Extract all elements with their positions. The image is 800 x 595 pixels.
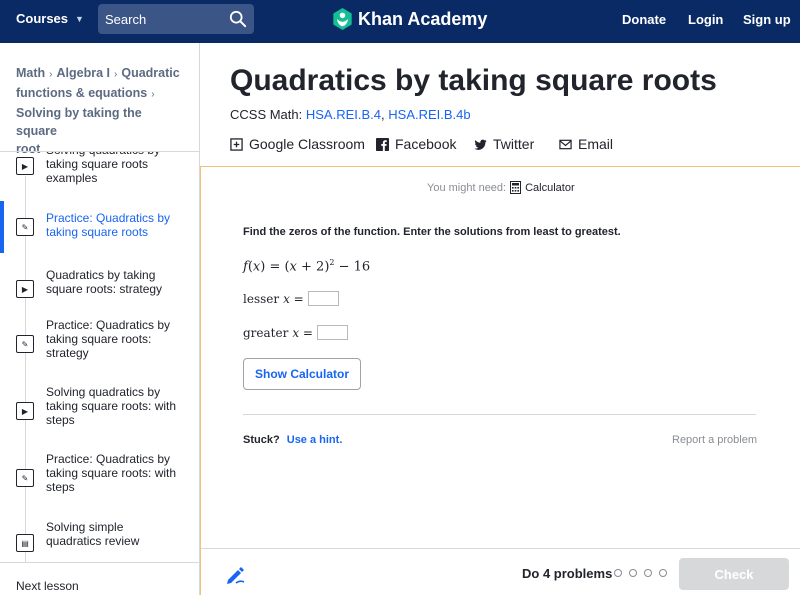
check-button[interactable]: Check	[679, 558, 789, 590]
ccss-label: CCSS Math:	[230, 107, 303, 122]
email-button[interactable]: Email	[559, 136, 613, 152]
calculator-icon	[510, 181, 522, 194]
greater-answer-input[interactable]	[316, 325, 348, 340]
sidebar-item-with-steps[interactable]: ▶ Solving quadratics by taking square ro…	[0, 382, 199, 442]
divider	[243, 414, 756, 415]
page-title: Quadratics by taking square roots	[230, 64, 717, 97]
progress-dot	[629, 569, 637, 577]
courses-menu[interactable]: Courses ▼	[16, 11, 84, 26]
facebook-label: Facebook	[395, 136, 457, 152]
sidebar-item-label: Solving quadratics by taking square root…	[46, 152, 160, 185]
pencil-icon: ✎	[16, 469, 34, 487]
sidebar-item-practice-with-steps[interactable]: ✎ Practice: Quadratics by taking square …	[0, 449, 199, 509]
report-problem-link[interactable]: Report a problem	[672, 434, 757, 446]
progress-dot	[644, 569, 652, 577]
logo-text: Khan Academy	[358, 8, 488, 29]
twitter-button[interactable]: Twitter	[474, 136, 534, 152]
sidebar-item-review[interactable]: ▤ Solving simple quadratics review	[0, 517, 199, 562]
breadcrumb-quadratic-l1[interactable]: Quadratic	[121, 66, 179, 80]
pencil-icon: ✎	[16, 218, 34, 236]
sidebar-item-practice-strategy[interactable]: ✎ Practice: Quadratics by taking square …	[0, 315, 199, 375]
sidebar-item-label: Solving simple quadratics review	[46, 520, 140, 548]
sidebar-item-label: Practice: Quadratics by taking square ro…	[46, 318, 171, 360]
lesser-label: lesser	[243, 291, 280, 306]
search-icon[interactable]	[229, 10, 247, 28]
sidebar-item-sqrt-examples[interactable]: ▶ Solving quadratics by taking square ro…	[0, 152, 199, 185]
chevron-down-icon: ▼	[75, 13, 84, 24]
article-icon: ▤	[16, 534, 34, 552]
email-label: Email	[578, 136, 614, 152]
email-icon	[559, 139, 572, 149]
calculator-label: Calculator	[525, 181, 575, 194]
sidebar-item-label: Practice: Quadratics by taking square ro…	[46, 452, 177, 494]
courses-label: Courses	[16, 11, 69, 26]
twitter-label: Twitter	[493, 136, 535, 152]
chevron-right-icon: ›	[151, 89, 155, 100]
play-icon: ▶	[16, 280, 34, 298]
lesson-list: ▶ Solving quadratics by taking square ro…	[0, 152, 199, 562]
ccss-separator: ,	[381, 107, 385, 122]
progress-dots	[614, 569, 667, 577]
play-icon: ▶	[16, 157, 34, 175]
divider	[0, 562, 199, 563]
lesser-answer-row: lesser x =	[243, 291, 339, 306]
show-calculator-button[interactable]: Show Calculator	[243, 358, 361, 390]
sidebar-item-strategy[interactable]: ▶ Quadratics by taking square roots: str…	[0, 261, 199, 311]
exercise-footer: Do 4 problems Check	[201, 548, 800, 595]
sidebar-item-label: Solving quadratics by taking square root…	[46, 385, 177, 427]
sidebar-item-label: Practice: Quadratics by taking square ro…	[46, 211, 171, 239]
sidebar-item-label: Quadratics by taking square roots: strat…	[46, 268, 163, 296]
chevron-right-icon: ›	[49, 69, 53, 80]
you-might-need: You might need: Calculator	[427, 181, 575, 194]
next-lesson-link[interactable]: Next lesson	[16, 579, 79, 593]
exercise-panel: You might need: Calculator Find the zero…	[200, 166, 800, 595]
progress-dot	[614, 569, 622, 577]
facebook-icon	[376, 137, 389, 151]
function-equation: f(x) = (x + 2)2 − 16	[243, 258, 371, 275]
play-icon: ▶	[16, 402, 34, 420]
breadcrumb: Math › Algebra I › Quadratic functions & equ…	[16, 64, 186, 158]
do-problems-label: Do 4 problems	[522, 566, 613, 581]
breadcrumb-math[interactable]: Math	[16, 66, 45, 80]
greater-label: greater	[243, 325, 289, 340]
login-link[interactable]: Login	[688, 12, 723, 27]
khan-academy-logo[interactable]: Khan Academy	[332, 8, 487, 30]
scratchpad-pencil-icon[interactable]	[225, 563, 247, 585]
twitter-icon	[474, 139, 487, 150]
ccss-link-hsa-rei-b4[interactable]: HSA.REI.B.4	[306, 107, 381, 122]
search-input[interactable]: Search	[98, 4, 254, 34]
sidebar-item-practice-sqrt[interactable]: ✎ Practice: Quadratics by taking square …	[0, 201, 199, 253]
google-classroom-button[interactable]: Google Classroom	[230, 136, 365, 152]
you-might-need-label: You might need:	[427, 181, 507, 194]
top-nav: Courses ▼ Search Khan Academy Donate Log…	[0, 0, 800, 43]
google-classroom-icon	[230, 137, 243, 151]
stuck-hint: Stuck? Use a hint.	[243, 434, 342, 446]
x-equals: x =	[283, 291, 304, 306]
ccss-standards: CCSS Math: HSA.REI.B.4, HSA.REI.B.4b	[230, 107, 471, 122]
stuck-label: Stuck?	[243, 434, 280, 446]
facebook-button[interactable]: Facebook	[376, 136, 456, 152]
google-classroom-label: Google Classroom	[249, 136, 365, 152]
signup-link[interactable]: Sign up	[743, 12, 791, 27]
search-placeholder: Search	[105, 11, 147, 27]
progress-dot	[659, 569, 667, 577]
greater-answer-row: greater x =	[243, 325, 348, 340]
breadcrumb-quadratic-l2[interactable]: functions & equations	[16, 86, 147, 100]
lesser-answer-input[interactable]	[307, 291, 339, 306]
chevron-right-icon: ›	[114, 69, 118, 80]
question-text: Find the zeros of the function. Enter th…	[243, 226, 621, 238]
sidebar: Math › Algebra I › Quadratic functions & equ…	[0, 43, 200, 595]
ccss-link-hsa-rei-b4b[interactable]: HSA.REI.B.4b	[388, 107, 470, 122]
breadcrumb-lesson-l1[interactable]: Solving by taking the square	[16, 106, 142, 138]
khan-leaf-icon	[333, 8, 352, 30]
pencil-icon: ✎	[16, 335, 34, 353]
use-hint-link[interactable]: Use a hint.	[287, 434, 343, 446]
x-equals: x =	[292, 325, 313, 340]
breadcrumb-algebra[interactable]: Algebra I	[57, 66, 111, 80]
donate-link[interactable]: Donate	[622, 12, 666, 27]
